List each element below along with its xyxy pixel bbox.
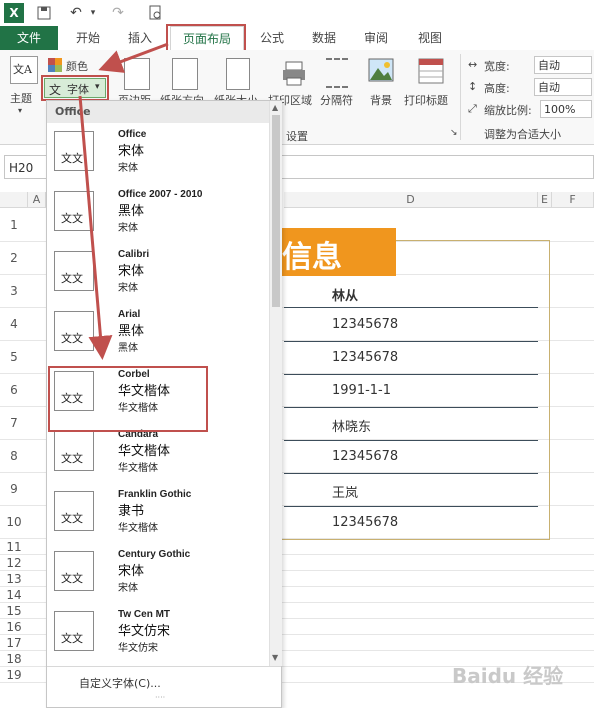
arrow-to-fonts-button <box>98 42 169 73</box>
annotation-arrows <box>78 42 169 360</box>
arrow-to-corbel-option <box>78 95 113 360</box>
watermark: Baidu 经验 <box>452 664 564 688</box>
